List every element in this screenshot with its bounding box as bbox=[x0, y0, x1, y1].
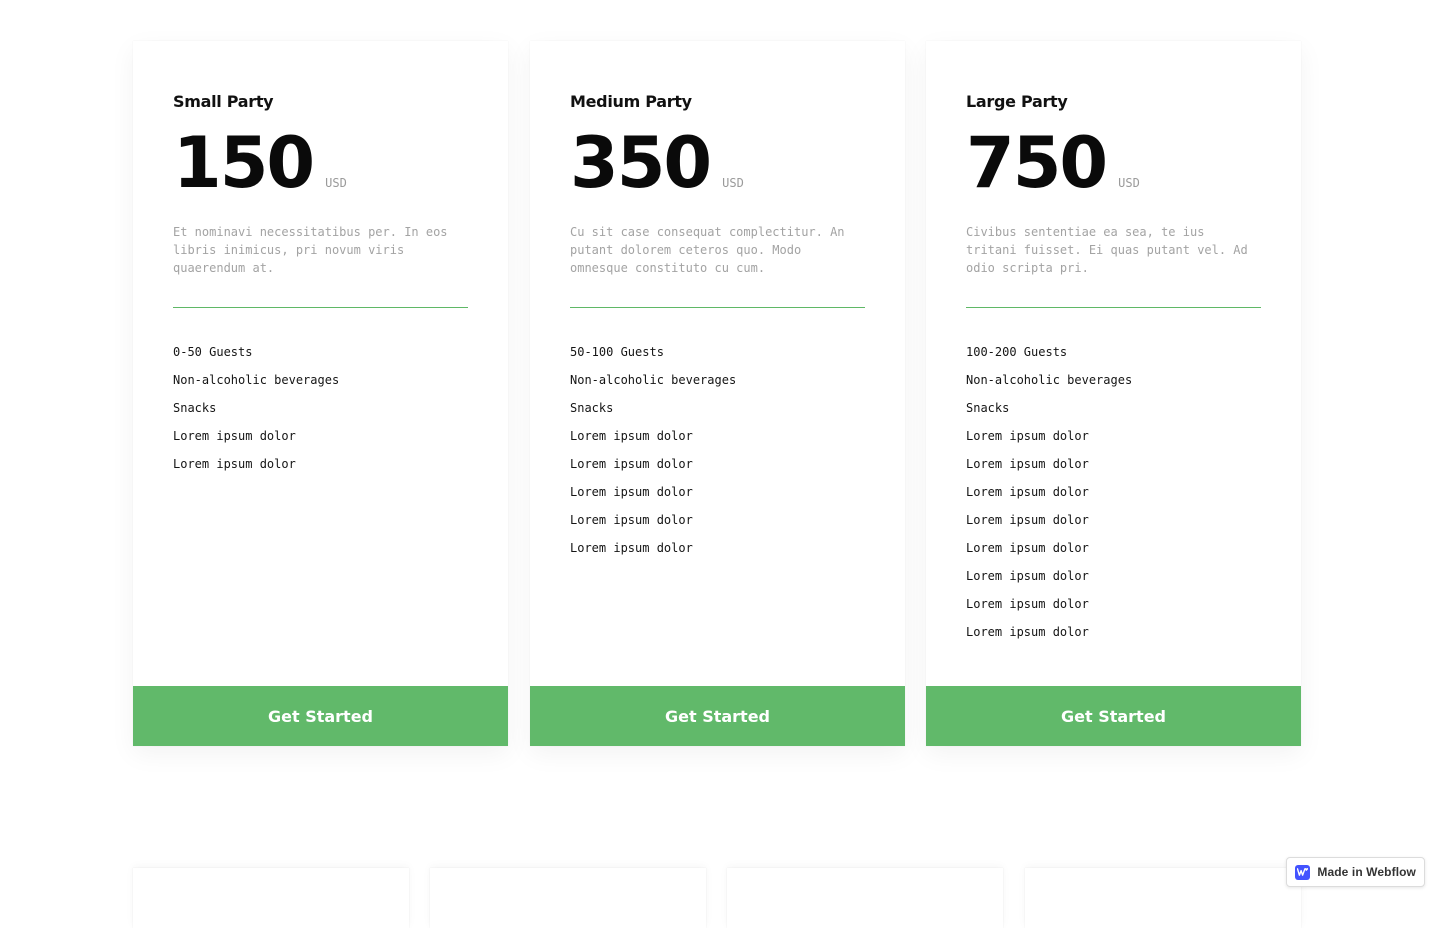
price-row: 350 USD bbox=[570, 125, 744, 201]
feature-item: Lorem ipsum dolor bbox=[966, 485, 1089, 499]
feature-item: Lorem ipsum dolor bbox=[570, 457, 693, 471]
feature-item: Lorem ipsum dolor bbox=[570, 429, 693, 443]
feature-item: Lorem ipsum dolor bbox=[966, 429, 1089, 443]
plan-price: 150 bbox=[173, 122, 315, 204]
feature-list: 100-200 Guests Non-alcoholic beverages S… bbox=[966, 338, 1132, 646]
plan-description: Et nominavi necessitatibus per. In eos l… bbox=[173, 225, 448, 275]
feature-item: Lorem ipsum dolor bbox=[966, 513, 1089, 527]
webflow-logo-icon bbox=[1295, 864, 1311, 880]
badge-label: Made in Webflow bbox=[1317, 865, 1416, 879]
feature-item: Lorem ipsum dolor bbox=[570, 513, 693, 527]
feature-item: Snacks bbox=[173, 401, 217, 415]
divider bbox=[966, 307, 1261, 308]
pricing-card-small: Small Party 150 USD Et nominavi necessit… bbox=[133, 41, 508, 746]
plan-description: Civibus sententiae ea sea, te ius tritan… bbox=[966, 225, 1248, 275]
plan-name: Large Party bbox=[966, 92, 1068, 111]
divider bbox=[173, 307, 468, 308]
feature-item: Lorem ipsum dolor bbox=[173, 457, 296, 471]
feature-item: Snacks bbox=[570, 401, 614, 415]
partial-card bbox=[133, 868, 409, 928]
divider bbox=[570, 307, 865, 308]
feature-item: Lorem ipsum dolor bbox=[570, 541, 693, 555]
feature-item: Lorem ipsum dolor bbox=[966, 457, 1089, 471]
feature-item: Non-alcoholic beverages bbox=[570, 373, 737, 387]
feature-item: 50-100 Guests bbox=[570, 345, 664, 359]
feature-list: 50-100 Guests Non-alcoholic beverages Sn… bbox=[570, 338, 736, 562]
feature-item: Lorem ipsum dolor bbox=[173, 429, 296, 443]
feature-item: Non-alcoholic beverages bbox=[173, 373, 340, 387]
feature-item: 0-50 Guests bbox=[173, 345, 253, 359]
plan-price: 350 bbox=[570, 122, 712, 204]
plan-description: Cu sit case consequat complectitur. An p… bbox=[570, 225, 845, 275]
plan-name: Small Party bbox=[173, 92, 274, 111]
feature-item: Lorem ipsum dolor bbox=[966, 597, 1089, 611]
feature-item: Lorem ipsum dolor bbox=[966, 541, 1089, 555]
get-started-button[interactable]: Get Started bbox=[530, 686, 905, 746]
plan-currency: USD bbox=[325, 176, 347, 190]
plan-currency: USD bbox=[722, 176, 744, 190]
price-row: 150 USD bbox=[173, 125, 347, 201]
feature-list: 0-50 Guests Non-alcoholic beverages Snac… bbox=[173, 338, 339, 478]
get-started-button[interactable]: Get Started bbox=[133, 686, 508, 746]
made-in-webflow-badge[interactable]: Made in Webflow bbox=[1286, 857, 1425, 887]
plan-name: Medium Party bbox=[570, 92, 692, 111]
feature-item: Lorem ipsum dolor bbox=[966, 625, 1089, 639]
feature-item: Lorem ipsum dolor bbox=[966, 569, 1089, 583]
get-started-button[interactable]: Get Started bbox=[926, 686, 1301, 746]
plan-currency: USD bbox=[1118, 176, 1140, 190]
feature-item: Lorem ipsum dolor bbox=[570, 485, 693, 499]
partial-card bbox=[727, 868, 1003, 928]
feature-item: Non-alcoholic beverages bbox=[966, 373, 1133, 387]
feature-item: Snacks bbox=[966, 401, 1010, 415]
pricing-card-medium: Medium Party 350 USD Cu sit case consequ… bbox=[530, 41, 905, 746]
feature-item: 100-200 Guests bbox=[966, 345, 1068, 359]
plan-price: 750 bbox=[966, 122, 1108, 204]
price-row: 750 USD bbox=[966, 125, 1140, 201]
partial-card bbox=[1025, 868, 1301, 928]
partial-card bbox=[430, 868, 706, 928]
pricing-card-large: Large Party 750 USD Civibus sententiae e… bbox=[926, 41, 1301, 746]
